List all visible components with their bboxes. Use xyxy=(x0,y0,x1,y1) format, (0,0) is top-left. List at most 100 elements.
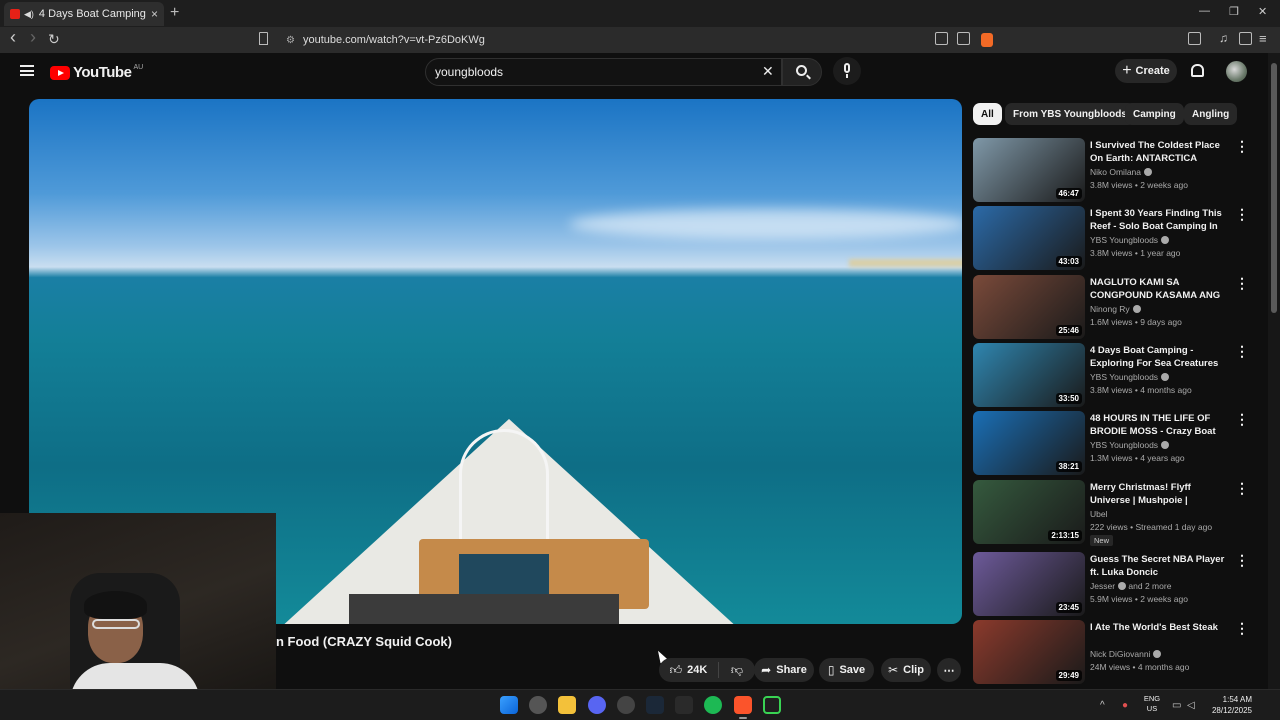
more-options-icon[interactable] xyxy=(1233,620,1249,637)
video-thumbnail[interactable]: 33:50 xyxy=(973,343,1085,407)
hamburger-menu-icon[interactable] xyxy=(20,65,34,76)
more-options-icon[interactable] xyxy=(1233,275,1249,292)
logitech-icon[interactable] xyxy=(675,696,693,714)
plus-icon: + xyxy=(1122,62,1132,79)
clear-search-icon[interactable]: ✕ xyxy=(762,63,774,80)
recommendation-card[interactable]: 2:13:15 Merry Christmas! Flyff Universe |… xyxy=(973,480,1253,546)
video-thumbnail[interactable]: 2:13:15 xyxy=(973,480,1085,544)
video-thumbnail[interactable]: 46:47 xyxy=(973,138,1085,202)
recommendation-card[interactable]: 33:50 4 Days Boat Camping - Exploring For… xyxy=(973,343,1253,407)
recommendation-title[interactable]: NAGLUTO KAMI SA CONGPOUND KASAMA ANG ... xyxy=(1090,276,1225,303)
notifications-bell-icon[interactable] xyxy=(1191,64,1204,77)
file-explorer-icon[interactable] xyxy=(558,696,576,714)
taskbar-clock[interactable]: 1:54 AM 28/12/2025 xyxy=(1206,694,1252,716)
channel-name[interactable]: YBS Youngbloods xyxy=(1090,440,1158,450)
sidebar-icon[interactable] xyxy=(1239,32,1252,45)
menu-icon[interactable]: ≡ xyxy=(1259,31,1267,46)
more-actions-button[interactable]: ⋯ xyxy=(937,658,961,682)
tab-close-icon[interactable]: × xyxy=(151,7,158,21)
more-options-icon[interactable] xyxy=(1233,411,1249,428)
page-scrollbar[interactable] xyxy=(1268,53,1280,689)
more-options-icon[interactable] xyxy=(1233,206,1249,223)
recommendation-card[interactable]: 43:03 I Spent 30 Years Finding This Reef … xyxy=(973,206,1253,270)
settings-app-icon[interactable] xyxy=(529,696,547,714)
tray-overflow-icon[interactable]: ^ xyxy=(1100,700,1105,711)
recommendation-title[interactable]: Merry Christmas! Flyff Universe | Mushpo… xyxy=(1090,481,1225,508)
new-tab-button[interactable]: + xyxy=(170,4,179,22)
like-button[interactable]: 👍︎ 24K xyxy=(659,662,719,678)
forward-button[interactable]: › xyxy=(30,27,36,48)
scrollbar-thumb[interactable] xyxy=(1271,63,1277,313)
spotify-icon[interactable] xyxy=(704,696,722,714)
close-window-button[interactable]: ✕ xyxy=(1258,5,1267,18)
restore-button[interactable]: ❐ xyxy=(1229,5,1239,18)
share-page-icon[interactable] xyxy=(957,32,970,45)
recommendation-title[interactable]: 48 HOURS IN THE LIFE OF BRODIE MOSS - Cr… xyxy=(1090,412,1225,439)
language-indicator[interactable]: ENG US xyxy=(1143,694,1161,714)
music-icon[interactable]: ♫ xyxy=(1219,31,1228,45)
video-thumbnail[interactable]: 43:03 xyxy=(973,206,1085,270)
discord-icon[interactable] xyxy=(588,696,606,714)
dislike-button[interactable]: 👎︎ xyxy=(719,663,755,678)
video-thumbnail[interactable]: 25:46 xyxy=(973,275,1085,339)
share-button[interactable]: ➦ Share xyxy=(754,658,814,682)
chip-camping[interactable]: Camping xyxy=(1125,103,1184,125)
search-input[interactable]: youngbloods xyxy=(425,58,782,86)
recommendation-card[interactable]: 46:47 I Survived The Coldest Place On Ear… xyxy=(973,138,1253,202)
browser-tab[interactable]: ◀) 4 Days Boat Camping & Catc × xyxy=(4,2,164,26)
channel-name[interactable]: YBS Youngbloods xyxy=(1090,372,1158,382)
more-options-icon[interactable] xyxy=(1233,480,1249,497)
channel-name[interactable]: Nick DiGiovanni xyxy=(1090,649,1150,659)
chrome-like-icon[interactable] xyxy=(617,696,635,714)
terminal-icon[interactable] xyxy=(763,696,781,714)
account-avatar[interactable] xyxy=(1226,61,1247,82)
more-options-icon[interactable] xyxy=(1233,343,1249,360)
network-icon[interactable]: ▭ xyxy=(1172,700,1181,711)
recommendation-title[interactable]: I Spent 30 Years Finding This Reef - Sol… xyxy=(1090,207,1225,234)
start-windows-icon[interactable] xyxy=(500,696,518,714)
more-options-icon[interactable] xyxy=(1233,552,1249,569)
channel-name[interactable]: Ninong Ry xyxy=(1090,304,1130,314)
clip-button[interactable]: ✂ Clip xyxy=(881,658,931,682)
recommendation-title[interactable]: I Ate The World's Best Steak xyxy=(1090,621,1225,634)
recommendation-title[interactable]: 4 Days Boat Camping - Exploring For Sea … xyxy=(1090,344,1225,370)
save-button[interactable]: ▯ Save xyxy=(819,658,874,682)
reload-button[interactable]: ↻ xyxy=(48,31,60,48)
recommendation-card[interactable]: 23:45 Guess The Secret NBA Player ft. Luk… xyxy=(973,552,1253,616)
channel-name[interactable]: YBS Youngbloods xyxy=(1090,235,1158,245)
reader-icon[interactable] xyxy=(1188,32,1201,45)
volume-icon[interactable]: ◁ xyxy=(1187,700,1195,711)
back-button[interactable]: ‹ xyxy=(10,27,16,48)
channel-name[interactable]: Niko Omilana xyxy=(1090,167,1141,177)
url-bar[interactable]: ⚙ youtube.com/watch?v=vt-Pz6DoKWg xyxy=(280,30,1000,50)
channel-name[interactable]: Jesser xyxy=(1090,581,1115,591)
site-settings-icon[interactable]: ⚙ xyxy=(286,35,295,46)
create-button[interactable]: + Create xyxy=(1115,59,1177,83)
youtube-logo[interactable]: YouTube AU xyxy=(50,64,143,81)
mic-icon xyxy=(844,63,850,73)
brave-browser-icon[interactable] xyxy=(734,696,752,719)
microphone-tray-icon[interactable]: ● xyxy=(1122,700,1128,711)
brave-shield-icon[interactable] xyxy=(981,33,993,47)
minimize-button[interactable]: — xyxy=(1199,5,1210,17)
cast-icon[interactable] xyxy=(935,32,948,45)
boat-hatch xyxy=(459,554,549,594)
recommendation-card[interactable]: 25:46 NAGLUTO KAMI SA CONGPOUND KASAMA AN… xyxy=(973,275,1253,339)
video-thumbnail[interactable]: 29:49 xyxy=(973,620,1085,684)
recommendation-card[interactable]: 29:49 I Ate The World's Best Steak Nick Di… xyxy=(973,620,1253,684)
recommendation-card[interactable]: 38:21 48 HOURS IN THE LIFE OF BRODIE MOSS… xyxy=(973,411,1253,475)
chip-all[interactable]: All xyxy=(973,103,1002,125)
chip-from-ybs[interactable]: From YBS Youngbloods xyxy=(1005,103,1135,125)
video-thumbnail[interactable]: 38:21 xyxy=(973,411,1085,475)
recommendation-title[interactable]: I Survived The Coldest Place On Earth: A… xyxy=(1090,139,1225,165)
voice-search-button[interactable] xyxy=(833,57,861,85)
speaker-icon[interactable]: ◀) xyxy=(24,9,34,20)
video-thumbnail[interactable]: 23:45 xyxy=(973,552,1085,616)
chip-angling[interactable]: Angling xyxy=(1184,103,1238,125)
steam-icon[interactable] xyxy=(646,696,664,714)
search-button[interactable] xyxy=(782,58,822,86)
recommendation-title[interactable]: Guess The Secret NBA Player ft. Luka Don… xyxy=(1090,553,1225,579)
bookmark-icon[interactable] xyxy=(259,32,268,45)
channel-name[interactable]: Ubel xyxy=(1090,509,1107,519)
more-options-icon[interactable] xyxy=(1233,138,1249,155)
